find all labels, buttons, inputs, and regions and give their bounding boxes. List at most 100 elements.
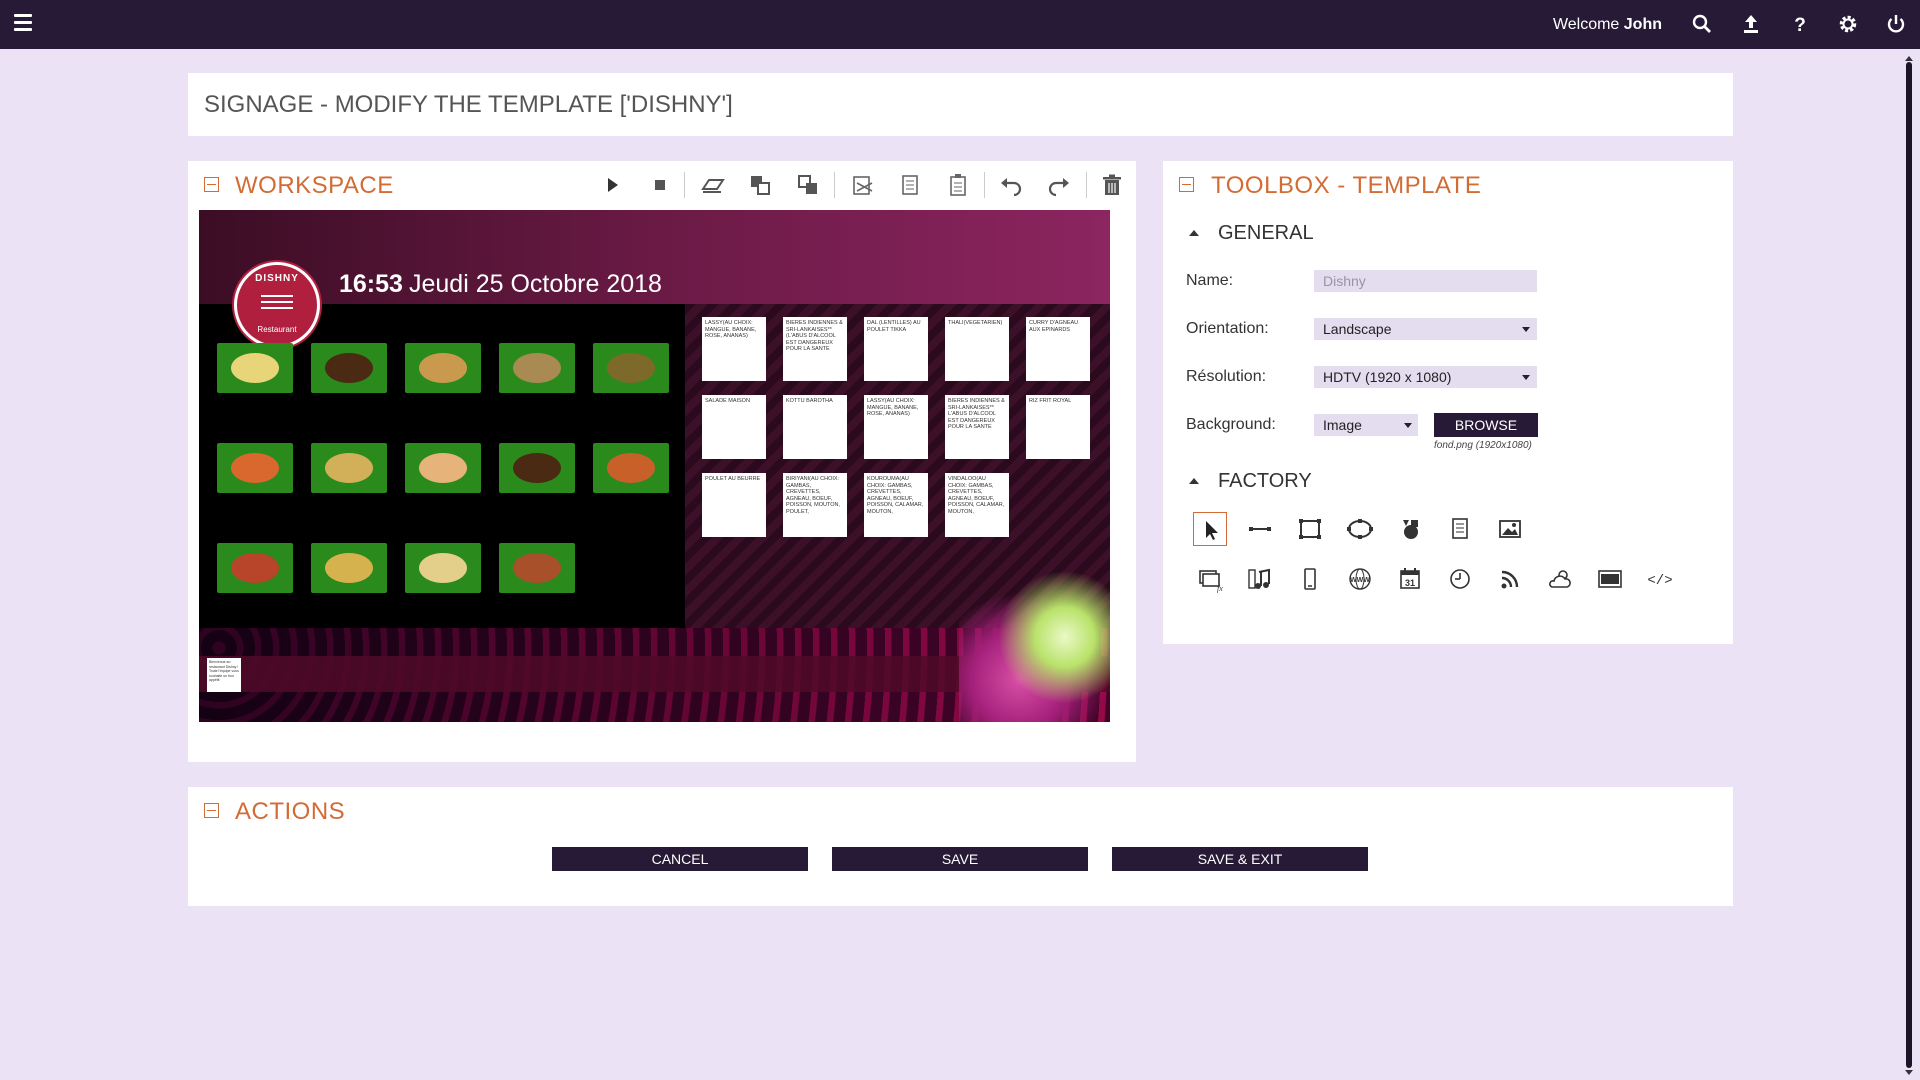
text-icon[interactable] <box>1443 512 1477 546</box>
cut-icon[interactable] <box>849 171 877 199</box>
scroll-up-icon[interactable] <box>1905 56 1913 61</box>
background-select[interactable]: Image <box>1314 414 1418 436</box>
restaurant-logo[interactable]: DISHNY Restaurant <box>234 262 320 348</box>
food-image[interactable] <box>217 343 293 393</box>
code-icon[interactable]: </> <box>1643 562 1677 596</box>
food-image[interactable] <box>405 543 481 593</box>
weather-icon[interactable] <box>1543 562 1577 596</box>
canvas-date[interactable]: Jeudi 25 Octobre 2018 <box>409 270 662 299</box>
image-icon[interactable] <box>1493 512 1527 546</box>
svg-text:?: ? <box>1794 15 1806 36</box>
upload-icon[interactable] <box>1739 12 1763 36</box>
undo-icon[interactable] <box>997 171 1025 199</box>
svg-text:31: 31 <box>1405 578 1415 588</box>
food-image[interactable] <box>405 343 481 393</box>
menu-card[interactable]: SALADE MAISON <box>702 395 766 459</box>
line-icon[interactable] <box>1243 512 1277 546</box>
workspace-collapse-icon[interactable] <box>204 177 219 192</box>
general-section-title[interactable]: GENERAL <box>1218 222 1314 245</box>
shapes-icon[interactable] <box>1393 512 1427 546</box>
clock-icon[interactable] <box>1443 562 1477 596</box>
send-backward-icon[interactable] <box>794 171 822 199</box>
menu-card[interactable]: BIERES INDIENNES & SRI-LANKAISES**(L'ABU… <box>783 317 847 381</box>
rectangle-icon[interactable] <box>1293 512 1327 546</box>
copy-icon[interactable] <box>896 171 924 199</box>
menu-card[interactable]: KOTTU BAROTHA <box>783 395 847 459</box>
help-icon[interactable]: ? <box>1788 12 1812 36</box>
resolution-select[interactable]: HDTV (1920 x 1080) <box>1314 366 1537 388</box>
chevron-down-icon <box>1522 327 1530 332</box>
food-image[interactable] <box>311 443 387 493</box>
food-image[interactable] <box>499 543 575 593</box>
menu-card[interactable]: BIERES INDIENNES & SRI-LANKAISES** L'ABU… <box>945 395 1009 459</box>
browse-button[interactable]: BROWSE <box>1434 413 1538 437</box>
canvas-clock[interactable]: 16:53 <box>339 270 403 299</box>
workspace-title: WORKSPACE <box>235 172 394 199</box>
orientation-select[interactable]: Landscape <box>1314 318 1537 340</box>
menu-card[interactable]: POULET AU BEURRE <box>702 473 766 537</box>
power-icon[interactable] <box>1884 12 1908 36</box>
mobile-icon[interactable] <box>1293 562 1327 596</box>
page-title: SIGNAGE - MODIFY THE TEMPLATE ['DISHNY'] <box>204 91 733 118</box>
hamburger-menu-icon[interactable] <box>14 14 32 34</box>
save-button[interactable]: SAVE <box>832 847 1088 871</box>
bring-forward-icon[interactable] <box>746 171 774 199</box>
rss-icon[interactable] <box>1493 562 1527 596</box>
ellipse-icon[interactable] <box>1343 512 1377 546</box>
gear-icon[interactable] <box>1836 12 1860 36</box>
scroll-down-icon[interactable] <box>1905 1070 1913 1075</box>
logo-subtitle: Restaurant <box>257 325 297 334</box>
menu-card[interactable]: VINDALOO(AU CHOIX: GAMBAS, CREVETTES, AG… <box>945 473 1009 537</box>
name-input[interactable]: Dishny <box>1314 270 1537 292</box>
background-file-name: fond.png (1920x1080) <box>1434 440 1532 451</box>
welcome-message: Welcome John <box>1553 16 1662 34</box>
food-image[interactable] <box>311 343 387 393</box>
svg-text:fx: fx <box>1217 584 1223 593</box>
page-scrollbar[interactable] <box>1906 62 1912 1068</box>
web-icon[interactable]: WWW <box>1343 562 1377 596</box>
calendar-icon[interactable]: 31 <box>1393 562 1427 596</box>
menu-card[interactable]: DAL (LENTILLES) AU POULET TIKKA <box>864 317 928 381</box>
food-image[interactable] <box>217 443 293 493</box>
search-icon[interactable] <box>1690 12 1714 36</box>
video-icon[interactable] <box>1593 562 1627 596</box>
background-value: Image <box>1323 417 1362 433</box>
menu-card[interactable]: LASSY(AU CHOIX: MANGUE, BANANE, ROSE, AN… <box>702 317 766 381</box>
food-image[interactable] <box>499 443 575 493</box>
food-image[interactable] <box>593 343 669 393</box>
food-image[interactable] <box>593 443 669 493</box>
svg-text:WWW: WWW <box>1350 577 1370 584</box>
music-icon[interactable] <box>1243 562 1277 596</box>
menu-card[interactable]: CURRY D'AGNEAU AUX EPINARDS <box>1026 317 1090 381</box>
factory-section-title[interactable]: FACTORY <box>1218 470 1312 493</box>
top-bar: Welcome John ? <box>0 0 1920 49</box>
play-icon[interactable] <box>598 171 626 199</box>
toolbox-collapse-icon[interactable] <box>1179 177 1194 192</box>
workspace-canvas[interactable]: DISHNY Restaurant 16:53 Jeudi 25 Octobre… <box>199 210 1110 722</box>
actions-collapse-icon[interactable] <box>204 803 219 818</box>
menu-card[interactable]: RIZ FRIT ROYAL <box>1026 395 1090 459</box>
redo-icon[interactable] <box>1045 171 1073 199</box>
save-exit-button[interactable]: SAVE & EXIT <box>1112 847 1368 871</box>
stop-icon[interactable] <box>646 171 674 199</box>
pointer-icon[interactable] <box>1193 512 1227 546</box>
toolbox-title: TOOLBOX - TEMPLATE <box>1211 172 1482 199</box>
food-image[interactable] <box>217 543 293 593</box>
menu-card[interactable]: KOUROUMA(AU CHOIX: GAMBAS, CREVETTES, AG… <box>864 473 928 537</box>
menu-card[interactable]: BIRIYANI(AU CHOIX: GAMBAS, CREVETTES, AG… <box>783 473 847 537</box>
eraser-icon[interactable] <box>699 171 727 199</box>
fx-icon[interactable]: fx <box>1193 562 1227 596</box>
factory-caret-icon[interactable] <box>1189 478 1199 484</box>
menu-card[interactable]: THALI(VEGETARIEN) <box>945 317 1009 381</box>
menu-card[interactable]: LASSY(AU CHOIX: MANGUE, BANANE, ROSE, AN… <box>864 395 928 459</box>
food-image[interactable] <box>405 443 481 493</box>
flower-decoration <box>959 510 1110 722</box>
chevron-down-icon <box>1404 423 1412 428</box>
trash-icon[interactable] <box>1098 171 1126 199</box>
paste-icon[interactable] <box>944 171 972 199</box>
food-image[interactable] <box>499 343 575 393</box>
cancel-button[interactable]: CANCEL <box>552 847 808 871</box>
general-caret-icon[interactable] <box>1189 230 1199 236</box>
food-image[interactable] <box>311 543 387 593</box>
ticker-note[interactable]: Bienvenue au restaurant Dishny ! Toute l… <box>207 658 241 692</box>
